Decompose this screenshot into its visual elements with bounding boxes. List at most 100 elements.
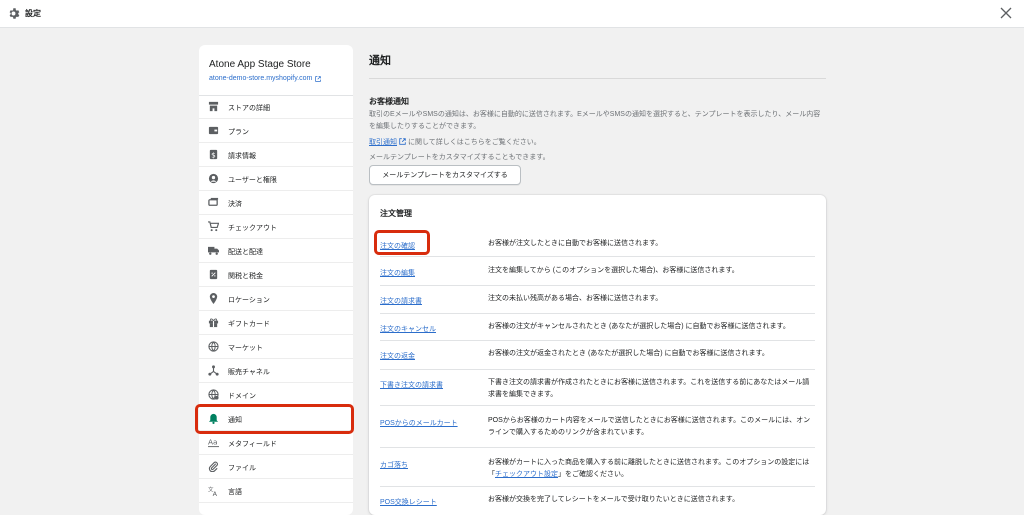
notification-description: お客様の注文がキャンセルされたとき (あなたが選択した場合) に自動でお客様に送… (488, 323, 790, 330)
sidebar-item-billing[interactable]: $ 請求情報 (199, 143, 353, 167)
sidebar-item-store-details[interactable]: ストアの詳細 (199, 95, 353, 119)
sidebar-item-checkout[interactable]: チェックアウト (199, 215, 353, 239)
sidebar-item-domains[interactable]: ドメイン (199, 383, 353, 407)
svg-text:A: A (213, 490, 218, 496)
customize-hint: メールテンプレートをカスタマイズすることもできます。 (369, 154, 550, 161)
sidebar-item-plan[interactable]: プラン (199, 119, 353, 143)
gear-icon (9, 8, 20, 19)
external-link-icon (315, 75, 322, 82)
sidebar-item-label: プラン (228, 129, 249, 136)
location-icon (209, 293, 218, 304)
table-row: POSからのメールカート POSからお客様のカート内容をメールで送信したときにお… (380, 406, 815, 448)
notification-link-abandoned-checkout[interactable]: カゴ落ち (380, 460, 408, 470)
plan-icon (208, 126, 219, 135)
order-management-heading: 注文管理 (380, 209, 412, 218)
notification-link-order-confirmation[interactable]: 注文の確認 (380, 241, 415, 251)
top-bar: 設定 (0, 0, 1024, 28)
external-link-icon (399, 138, 406, 145)
learn-more-text: に関して詳しくはこちらをご覧ください。 (408, 139, 541, 146)
sidebar-item-taxes[interactable]: 関税と税金 (199, 263, 353, 287)
notification-link-order-edited[interactable]: 注文の編集 (380, 268, 415, 278)
sidebar-item-label: ユーザーと権限 (228, 177, 277, 184)
notification-link-order-cancelled[interactable]: 注文のキャンセル (380, 324, 436, 334)
table-row: 注文のキャンセル お客様の注文がキャンセルされたとき (あなたが選択した場合) … (380, 314, 815, 341)
table-row: 注文の確認 お客様が注文したときに自動でお客様に送信されます。 (380, 230, 815, 257)
customer-notifications-description: 取引のEメールやSMSの通知は、お客様に自動的に送信されます。EメールやSMSの… (369, 111, 821, 130)
notification-link-draft-order-invoice[interactable]: 下書き注文の請求書 (380, 380, 443, 390)
close-icon[interactable] (1000, 7, 1012, 19)
sidebar-item-label: ファイル (228, 465, 256, 472)
transaction-notifications-link[interactable]: 取引通知 (369, 139, 397, 146)
sidebar-item-label: ギフトカード (228, 321, 270, 328)
table-row: 下書き注文の請求書 下書き注文の請求書が作成されたときにお客様に送信されます。こ… (380, 370, 815, 406)
customize-templates-button[interactable]: メールテンプレートをカスタマイズする (369, 165, 521, 185)
sidebar-item-label: 通知 (228, 417, 242, 424)
table-row: POS交換レシート お客様が交換を完了してレシートをメールで受け取りたいときに送… (380, 487, 815, 515)
sidebar-item-payments[interactable]: 決済 (199, 191, 353, 215)
sidebar-item-label: 言語 (228, 489, 242, 496)
payment-icon (208, 197, 219, 206)
sidebar-item-markets[interactable]: マーケット (199, 335, 353, 359)
notification-description: お客様が注文したときに自動でお客様に送信されます。 (488, 240, 663, 247)
settings-nav: ストアの詳細 プラン $ 請求情報 ユーザーと権限 決済 チェックアウト 配送と… (199, 95, 353, 503)
tax-icon (209, 269, 218, 280)
sidebar-item-label: 請求情報 (228, 153, 256, 160)
store-url-link[interactable]: atone-demo-store.myshopify.com (209, 75, 322, 82)
sidebar-item-label: 決済 (228, 201, 242, 208)
notification-link-order-invoice[interactable]: 注文の請求書 (380, 296, 422, 306)
sidebar-item-label: 販売チャネル (228, 369, 270, 376)
sidebar-item-gift-cards[interactable]: ギフトカード (199, 311, 353, 335)
divider (369, 78, 826, 79)
sidebar-item-locations[interactable]: ロケーション (199, 287, 353, 311)
sidebar-item-sales-channels[interactable]: 販売チャネル (199, 359, 353, 383)
metafield-icon: Aa (208, 437, 219, 448)
store-header: Atone App Stage Store atone-demo-store.m… (199, 45, 353, 95)
store-url-text[interactable]: atone-demo-store.myshopify.com (209, 75, 312, 82)
notification-link-pos-exchange-receipt[interactable]: POS交換レシート (380, 497, 437, 507)
channel-icon (208, 365, 219, 376)
sidebar-item-label: 配送と配達 (228, 249, 263, 256)
sidebar-item-shipping[interactable]: 配送と配達 (199, 239, 353, 263)
sidebar-item-label: メタフィールド (228, 441, 277, 448)
sidebar-item-label: ロケーション (228, 297, 270, 304)
sidebar-item-languages[interactable]: 文A 言語 (199, 479, 353, 503)
sidebar-item-users[interactable]: ユーザーと権限 (199, 167, 353, 191)
table-row: 注文の編集 注文を編集してから (このオプションを選択した場合)、お客様に送信さ… (380, 257, 815, 286)
user-icon (208, 173, 219, 184)
notification-description: POSからお客様のカート内容をメールで送信したときにお客様に送信されます。このメ… (488, 417, 811, 436)
notification-link-order-refund[interactable]: 注文の返金 (380, 351, 415, 361)
sidebar-item-label: チェックアウト (228, 225, 277, 232)
order-management-card: 注文管理 注文の確認 お客様が注文したときに自動でお客様に送信されます。 注文の… (369, 195, 826, 515)
notification-description: 注文を編集してから (このオプションを選択した場合)、お客様に送信されます。 (488, 267, 739, 274)
sidebar-item-label: 関税と税金 (228, 273, 263, 280)
sidebar-item-label: マーケット (228, 345, 263, 352)
notification-description: お客様の注文が返金されたとき (あなたが選択した場合) に自動でお客様に送信され… (488, 350, 769, 357)
sidebar-item-files[interactable]: ファイル (199, 455, 353, 479)
sidebar-item-metafields[interactable]: Aa メタフィールド (199, 431, 353, 455)
notification-description: お客様が交換を完了してレシートをメールで受け取りたいときに送信されます。 (488, 496, 740, 503)
notification-description: お客様がカートに入った商品を購入する前に離脱したときに送信されます。このオプショ… (488, 457, 815, 481)
domain-icon (208, 389, 219, 400)
main-title: 通知 (369, 55, 391, 67)
sidebar-item-label: ストアの詳細 (228, 105, 270, 112)
description-text: 」をご確認ください。 (558, 471, 628, 478)
attachment-icon (208, 461, 218, 472)
notification-description: 注文の未払い残高がある場合、お客様に送信されます。 (488, 295, 663, 302)
store-name: Atone App Stage Store (209, 59, 311, 70)
store-icon (208, 101, 219, 112)
settings-sidebar: Atone App Stage Store atone-demo-store.m… (199, 45, 353, 515)
truck-icon (208, 246, 219, 255)
language-icon: 文A (208, 485, 218, 496)
table-row: 注文の返金 お客様の注文が返金されたとき (あなたが選択した場合) に自動でお客… (380, 341, 815, 370)
cart-icon (208, 221, 219, 232)
sidebar-item-notifications[interactable]: 通知 (199, 407, 353, 431)
notification-link-pos-email-cart[interactable]: POSからのメールカート (380, 418, 458, 428)
customer-notifications-heading: お客様通知 (369, 97, 409, 106)
checkout-settings-link[interactable]: チェックアウト設定 (495, 471, 558, 478)
table-row: カゴ落ち お客様がカートに入った商品を購入する前に離脱したときに送信されます。こ… (380, 448, 815, 487)
learn-more-line: 取引通知 に関して詳しくはこちらをご覧ください。 (369, 137, 541, 147)
bell-icon (208, 413, 219, 424)
sidebar-item-label: ドメイン (228, 393, 256, 400)
billing-icon: $ (209, 149, 218, 159)
page-title: 設定 (25, 9, 41, 18)
